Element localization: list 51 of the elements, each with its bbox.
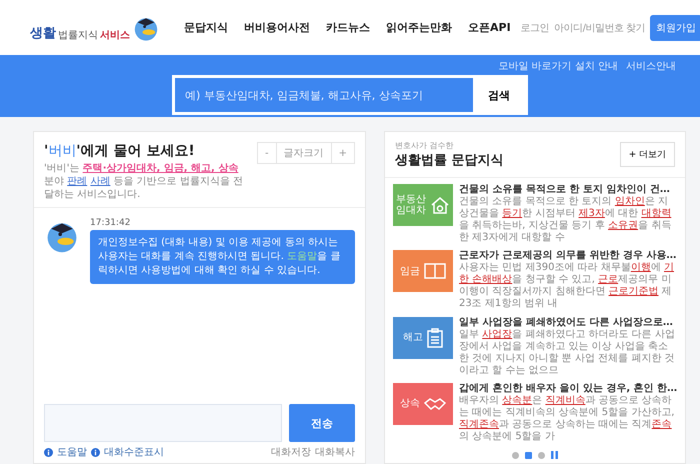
account-link[interactable]: 로그인 — [520, 20, 550, 34]
info-icon — [44, 448, 53, 456]
category-tile[interactable]: 임금 — [393, 250, 453, 292]
category-tile[interactable]: 상속 — [393, 382, 453, 425]
article-summary: 건물의 소유를 목적으로 한 토지의 임차인은 지상건물을 등기한 시점부터 제3자에 대한 대항력을 취득하는바, 지상건물 등기 후 소유권을 취득한 제3자에게 대항할 수 — [459, 196, 672, 244]
clipboard-icon — [427, 328, 443, 348]
article-summary: 배우자의 상속분은 직계비속과 공동으로 상속하는 때에는 직계비속의 상속분에 5할을 가산하고, 직계존속과 공동으로 상속하는 때에는 직계존속의 상속분에 5할을 가 — [459, 394, 676, 443]
pager-dot[interactable] — [512, 452, 520, 458]
article-title[interactable]: 일부 사업장을 폐쇄하였어도 다른 사업장으로… — [459, 314, 678, 329]
message-time: 17:31:42 — [90, 218, 132, 228]
panel-subtitle: 변호사가 검수한 — [395, 140, 455, 151]
send-button[interactable]: 전송 — [289, 404, 355, 442]
nav-link[interactable]: 카드뉴스 — [326, 20, 370, 35]
nav-link[interactable]: 버비용어사전 — [244, 20, 310, 35]
more-button[interactable]: + 더보기 — [620, 142, 676, 167]
category-label: 해고 — [403, 332, 423, 344]
chat-intro: '버비'는 주택·상가임대차, 임금, 해고, 상속 분야 판례 사례 등을 기반으로 법률지식을 전달하는 서비스입니다. — [44, 162, 244, 201]
article-summary: 사용자는 민법 제390조에 따라 채무불이행에 기한 손해배상을 청구할 수 있고, 근로제공의무 미 이행이 직장질서까지 침해한다면 근로기준법 제23조 제1항의 범위 내 — [459, 262, 675, 310]
pause-icon[interactable] — [551, 451, 558, 459]
category-label: 상속 — [400, 398, 420, 410]
logo-subtext: 법률지식 — [58, 28, 98, 42]
article-summary: 일부 사업장을 폐쇄하였다고 하더라도 다른 사업장에서 사업을 계속하고 있는 이상 사업을 축소한 것에 지나지 아니할 뿐 사업 전체를 폐지한 것이라고 할 수는 없으므 — [459, 328, 676, 377]
chat-tool-link[interactable]: 대화복사 — [315, 445, 355, 459]
signup-button[interactable]: 회원가입 — [650, 14, 700, 40]
banner-link[interactable]: 모바일 바로가기 설치 안내 — [498, 59, 618, 73]
banner-link[interactable]: 서비스안내 — [626, 59, 676, 73]
category-label: 부동산 임대차 — [396, 194, 426, 216]
chat-bubble: 개인정보수집 (대화 내용) 및 이용 제공에 동의 하시는 사용자는 대화를 계속 진행하시면 됩니다. 도움말을 클릭하시면 사용방법에 대해 확인 하실 수 있습니다. — [90, 230, 355, 284]
house-icon — [430, 196, 450, 214]
search-button[interactable]: 검색 — [473, 78, 525, 112]
nav-link[interactable]: 읽어주는만화 — [386, 20, 452, 35]
help-link[interactable]: 대화수준표시 — [104, 445, 164, 459]
search-field[interactable]: 예) 부동산임대차, 임금체불, 해고사유, 상속포기 검색 — [172, 75, 528, 115]
chat-title: '버비'에게 물어 보세요! — [44, 142, 196, 160]
article-title[interactable]: 건물의 소유를 목적으로 한 토지 임차인이 건… — [459, 182, 678, 196]
panel-title: 생활법률 문답지식 — [395, 152, 504, 169]
category-tile[interactable]: 해고 — [393, 316, 453, 359]
account-link[interactable]: 아이디/비밀번호 찾기 — [554, 20, 646, 34]
logo-subtext: 서비스 — [100, 28, 130, 42]
info-icon — [91, 448, 100, 456]
logo-text[interactable]: 생활 — [30, 24, 56, 42]
nav-link[interactable]: 문답지식 — [184, 20, 228, 35]
help-link[interactable]: 도움말 — [57, 445, 87, 459]
nav-link[interactable]: 오픈API — [468, 20, 511, 35]
chat-tool-link[interactable]: 대화저장 — [271, 445, 311, 459]
article-title[interactable]: 근로자가 근로제공의 의무를 위반한 경우 사용… — [459, 248, 678, 262]
pager-dot[interactable] — [538, 452, 546, 458]
message-input[interactable] — [44, 404, 282, 442]
banknote-icon — [424, 263, 446, 280]
category-label: 임금 — [400, 266, 420, 277]
article-title[interactable]: 갑에게 혼인한 배우자 을이 있는 경우, 혼인 한… — [459, 380, 678, 395]
